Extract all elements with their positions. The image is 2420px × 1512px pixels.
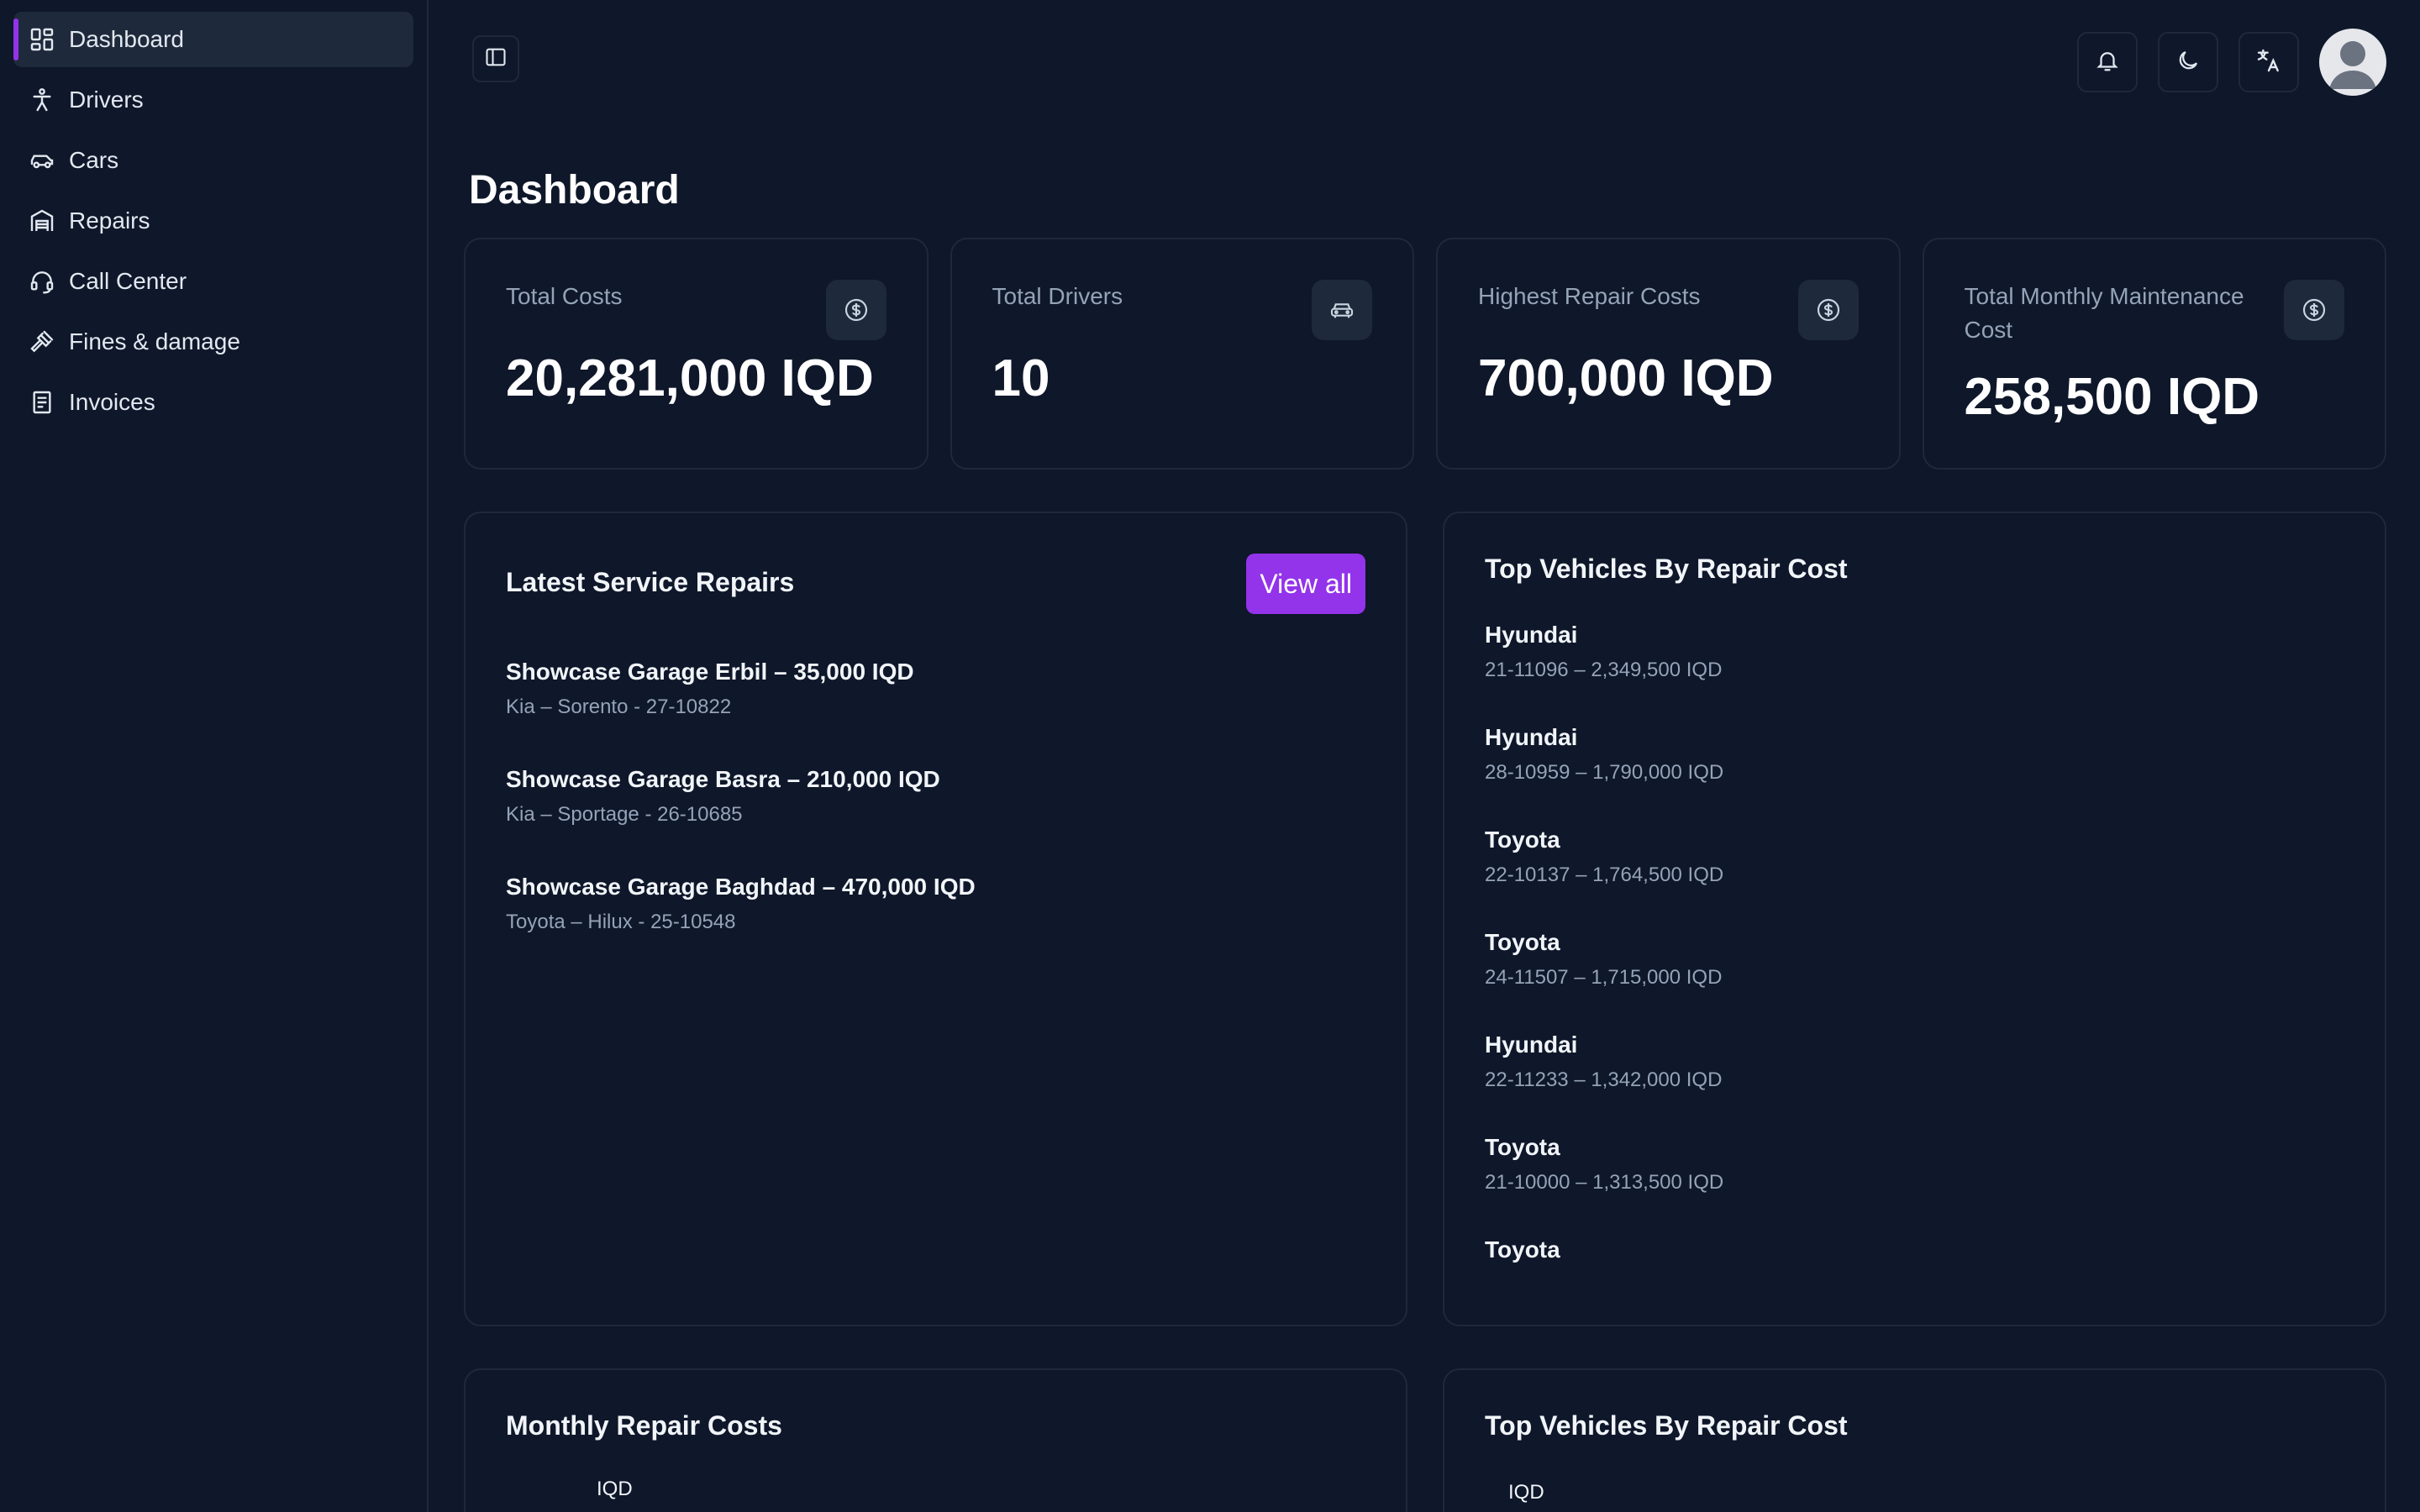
sidebar: Dashboard Drivers Cars Repairs Call Cent… [0, 0, 429, 1512]
main-content: Dashboard Total Costs 20,281,000 IQD Tot… [429, 0, 2420, 1512]
header-actions [2077, 29, 2386, 96]
sidebar-item-label: Drivers [69, 87, 144, 113]
vehicle-detail: 22-11233 – 1,342,000 IQD [1485, 1068, 1723, 1091]
chart-axis-label: IQD [597, 1478, 633, 1500]
repair-title: Showcase Garage Erbil – 35,000 IQD [506, 659, 914, 685]
stat-card-total-costs: Total Costs 20,281,000 IQD [464, 238, 929, 470]
vehicle-detail: 22-10137 – 1,764,500 IQD [1485, 864, 1724, 886]
stat-label: Total Drivers [992, 283, 1123, 309]
list-item[interactable]: Showcase Garage Baghdad – 470,000 IQD To… [506, 874, 1365, 934]
repair-list: Showcase Garage Erbil – 35,000 IQD Kia –… [506, 659, 1365, 934]
sidebar-item-label: Dashboard [69, 26, 184, 52]
list-item: Hyundai 21-11096 – 2,349,500 IQD [1485, 622, 2344, 682]
stat-value: 10 [992, 349, 1050, 407]
panel-title: Latest Service Repairs [506, 567, 795, 597]
sidebar-item-invoices[interactable]: Invoices [13, 375, 413, 430]
sidebar-item-label: Fines & damage [69, 328, 240, 354]
notifications-button[interactable] [2077, 32, 2138, 92]
vehicle-brand: Toyota [1485, 929, 1560, 955]
car-icon [29, 147, 55, 174]
vehicle-detail: 21-10000 – 1,313,500 IQD [1485, 1171, 1724, 1194]
avatar[interactable] [2319, 29, 2386, 96]
vehicle-brand: Hyundai [1485, 622, 1578, 648]
top-vehicles-chart-panel: Top Vehicles By Repair Cost IQD [1443, 1368, 2386, 1512]
stat-card-total-drivers: Total Drivers 10 [950, 238, 1414, 470]
list-item: Toyota 21-10000 – 1,313,500 IQD [1485, 1134, 2344, 1194]
charts-row: Monthly Repair Costs IQD Top Vehicles By… [464, 1368, 2386, 1512]
vehicle-brand: Hyundai [1485, 1032, 1578, 1058]
stat-label: Total Costs [506, 283, 623, 309]
sidebar-item-drivers[interactable]: Drivers [13, 72, 413, 128]
invoice-icon [29, 389, 55, 416]
stat-value: 20,281,000 IQD [506, 349, 874, 407]
sidebar-item-label: Invoices [69, 389, 155, 415]
panel-title: Top Vehicles By Repair Cost [1485, 1410, 1848, 1441]
stat-value: 700,000 IQD [1478, 349, 1774, 407]
vehicle-detail: 21-11096 – 2,349,500 IQD [1485, 659, 1723, 681]
sidebar-toggle-button[interactable] [472, 35, 519, 82]
stat-value: 258,500 IQD [1964, 368, 2260, 426]
dollar-circle-icon [2284, 280, 2344, 340]
language-button[interactable] [2238, 32, 2299, 92]
bell-icon [2095, 48, 2120, 77]
vehicle-brand: Hyundai [1485, 724, 1578, 750]
dollar-circle-icon [1797, 280, 1859, 340]
page-title: Dashboard [469, 168, 680, 213]
sidebar-item-label: Cars [69, 147, 119, 173]
garage-icon [29, 207, 55, 234]
stat-label: Total Monthly Maintenance Cost [1964, 283, 2244, 343]
sidebar-item-call-center[interactable]: Call Center [13, 254, 413, 309]
view-all-button[interactable]: View all [1246, 554, 1365, 614]
top-vehicles-panel: Top Vehicles By Repair Cost Hyundai 21-1… [1443, 512, 2386, 1326]
repair-title: Showcase Garage Basra – 210,000 IQD [506, 766, 940, 792]
monthly-repair-costs-panel: Monthly Repair Costs IQD [464, 1368, 1407, 1512]
list-item[interactable]: Showcase Garage Erbil – 35,000 IQD Kia –… [506, 659, 1365, 719]
stat-card-highest-repair-costs: Highest Repair Costs 700,000 IQD [1436, 238, 1901, 470]
sidebar-item-repairs[interactable]: Repairs [13, 193, 413, 249]
stats-row: Total Costs 20,281,000 IQD Total Drivers… [464, 238, 2386, 470]
vehicle-brand: Toyota [1485, 827, 1560, 853]
panel-title: Top Vehicles By Repair Cost [1485, 554, 1848, 584]
dollar-circle-icon [825, 280, 886, 340]
translate-icon [2255, 47, 2282, 78]
topbar [464, 0, 2386, 119]
repair-subtitle: Kia – Sportage - 26-10685 [506, 803, 743, 826]
sidebar-item-label: Call Center [69, 268, 187, 294]
chart-axis-label: IQD [1508, 1481, 1544, 1504]
list-item: Hyundai 22-11233 – 1,342,000 IQD [1485, 1032, 2344, 1092]
repair-title: Showcase Garage Baghdad – 470,000 IQD [506, 874, 976, 900]
vehicle-brand: Toyota [1485, 1134, 1560, 1160]
vehicle-list: Hyundai 21-11096 – 2,349,500 IQD Hyundai… [1485, 622, 2344, 1263]
repair-subtitle: Kia – Sorento - 27-10822 [506, 696, 732, 718]
gavel-icon [29, 328, 55, 355]
car-icon [1312, 280, 1372, 340]
sidebar-item-dashboard[interactable]: Dashboard [13, 12, 413, 67]
vehicle-detail: 28-10959 – 1,790,000 IQD [1485, 761, 1724, 784]
list-item: Toyota 22-10137 – 1,764,500 IQD [1485, 827, 2344, 887]
dashboard-icon [29, 26, 55, 53]
sidebar-item-fines-damage[interactable]: Fines & damage [13, 314, 413, 370]
sidebar-toggle-icon [484, 45, 508, 73]
vehicle-detail: 24-11507 – 1,715,000 IQD [1485, 966, 1723, 989]
list-item: Toyota [1485, 1236, 2344, 1263]
repair-subtitle: Toyota – Hilux - 25-10548 [506, 911, 736, 933]
sidebar-item-cars[interactable]: Cars [13, 133, 413, 188]
sidebar-item-label: Repairs [69, 207, 150, 234]
moon-icon [2175, 48, 2201, 77]
person-icon [29, 87, 55, 113]
panel-title: Monthly Repair Costs [506, 1410, 782, 1441]
stat-label: Highest Repair Costs [1478, 283, 1701, 309]
list-item: Toyota 24-11507 – 1,715,000 IQD [1485, 929, 2344, 990]
stat-card-monthly-maintenance: Total Monthly Maintenance Cost 258,500 I… [1922, 238, 2386, 470]
list-item[interactable]: Showcase Garage Basra – 210,000 IQD Kia … [506, 766, 1365, 827]
app-root: Dashboard Drivers Cars Repairs Call Cent… [0, 0, 2420, 1512]
list-item: Hyundai 28-10959 – 1,790,000 IQD [1485, 724, 2344, 785]
headset-icon [29, 268, 55, 295]
vehicle-brand: Toyota [1485, 1236, 1560, 1263]
panels-row: Latest Service Repairs View all Showcase… [464, 512, 2386, 1326]
theme-toggle-button[interactable] [2158, 32, 2218, 92]
latest-repairs-panel: Latest Service Repairs View all Showcase… [464, 512, 1407, 1326]
